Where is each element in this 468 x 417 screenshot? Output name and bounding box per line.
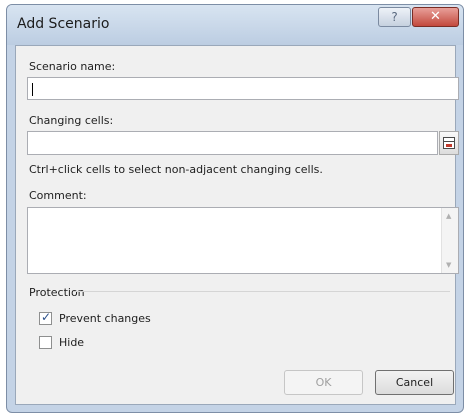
help-button[interactable]: ?: [378, 7, 411, 27]
scroll-down-icon[interactable]: ▼: [446, 261, 451, 269]
hide-checkbox[interactable]: [39, 336, 52, 349]
close-icon: ✕: [430, 9, 441, 24]
checkmark-icon: ✓: [41, 310, 52, 324]
ok-button[interactable]: OK: [284, 370, 363, 395]
dialog-title: Add Scenario: [17, 16, 110, 32]
help-icon: ?: [391, 10, 398, 24]
dialog-body: Scenario name: Changing cells: Ctrl+clic…: [15, 45, 459, 405]
comment-textarea[interactable]: ▲ ▼: [27, 207, 459, 274]
scroll-up-icon[interactable]: ▲: [446, 212, 451, 220]
protection-group-label: Protection: [29, 286, 85, 299]
hide-label[interactable]: Hide: [59, 336, 84, 349]
close-button[interactable]: ✕: [412, 7, 459, 27]
changing-cells-label: Changing cells:: [29, 114, 114, 127]
prevent-changes-checkbox[interactable]: ✓: [39, 310, 52, 325]
prevent-changes-label[interactable]: Prevent changes: [59, 312, 151, 325]
text-caret: [32, 83, 33, 96]
range-select-button[interactable]: [439, 131, 459, 155]
scenario-name-input[interactable]: [27, 77, 459, 100]
cancel-button[interactable]: Cancel: [375, 370, 454, 395]
group-divider: [74, 291, 450, 292]
changing-cells-input[interactable]: [27, 131, 438, 155]
comment-label: Comment:: [29, 189, 87, 202]
comment-scrollbar[interactable]: ▲ ▼: [441, 208, 458, 273]
range-select-icon: [443, 137, 455, 149]
add-scenario-dialog: Add Scenario ? ✕ Scenario name: Changing…: [6, 4, 464, 413]
hint-text: Ctrl+click cells to select non-adjacent …: [29, 163, 323, 176]
scenario-name-label: Scenario name:: [29, 60, 116, 73]
title-bar[interactable]: Add Scenario ? ✕: [7, 5, 463, 45]
